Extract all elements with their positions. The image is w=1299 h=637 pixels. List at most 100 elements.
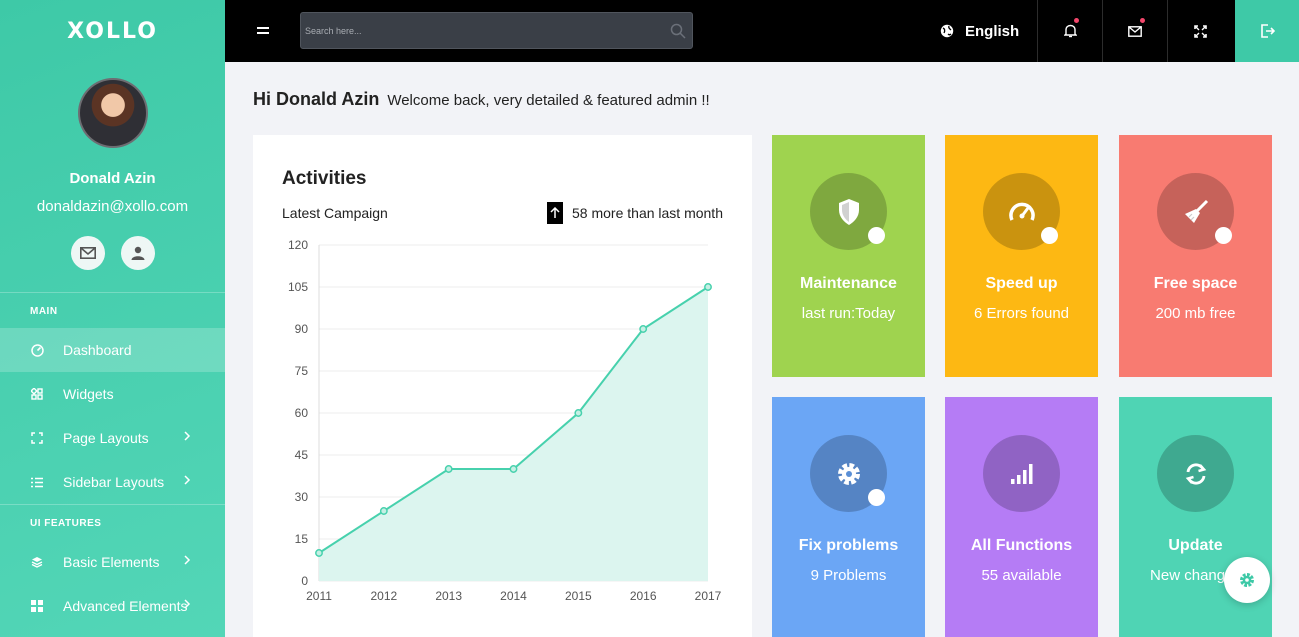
messages-button[interactable] <box>1102 0 1167 62</box>
notification-dot <box>1074 18 1079 23</box>
nav-section-ui-features: UI FEATURES <box>0 504 225 540</box>
profile-email: donaldazin@xollo.com <box>36 198 189 215</box>
x-tick-label: 2014 <box>500 589 527 603</box>
card-maintenance[interactable]: ! Maintenance last run:Today <box>772 135 925 377</box>
profile-button[interactable] <box>120 236 155 270</box>
avatar[interactable] <box>77 78 148 148</box>
card-title: All Functions <box>970 537 1073 554</box>
x-tick-label: 2016 <box>630 589 657 603</box>
series-area <box>319 287 708 581</box>
signal-bars-icon <box>983 435 1060 512</box>
nav-section-main: MAIN <box>0 292 225 328</box>
greeting: Hi Donald Azin Welcome back, very detail… <box>253 89 710 110</box>
y-tick-label: 75 <box>295 364 309 378</box>
refresh-icon <box>1157 435 1234 512</box>
data-point <box>315 549 323 557</box>
logout-button[interactable] <box>1235 0 1299 62</box>
alert-icon: ! <box>1041 227 1058 244</box>
x-tick-label: 2012 <box>370 589 397 603</box>
x-tick-label: 2011 <box>306 589 332 603</box>
mail-button[interactable] <box>70 236 105 270</box>
sidebar-item-widgets[interactable]: Widgets <box>0 372 225 416</box>
y-tick-label: 30 <box>295 490 309 504</box>
topbar: English <box>225 0 1299 62</box>
brand-logo[interactable]: XOLLO <box>0 0 225 62</box>
sidebar-item-label: Page Layouts <box>63 430 149 446</box>
notifications-button[interactable] <box>1037 0 1102 62</box>
data-point <box>704 283 712 291</box>
data-point <box>574 409 583 417</box>
data-point <box>639 325 648 333</box>
logout-icon <box>1260 24 1275 38</box>
card-title: Fix problems <box>798 537 899 554</box>
profile-panel: Donald Azin donaldazin@xollo.com <box>0 62 225 270</box>
y-tick-label: 60 <box>295 406 309 420</box>
card-subtitle: 200 mb free <box>1155 305 1236 322</box>
y-tick-label: 105 <box>288 280 308 294</box>
greeting-title: Hi Donald Azin <box>253 89 380 109</box>
x-tick-label: 2013 <box>435 589 462 603</box>
dashboard-icon <box>30 343 44 357</box>
message-dot <box>1140 18 1145 23</box>
sidebar-item-sidebar-layouts[interactable]: Sidebar Layouts <box>0 460 225 504</box>
sidebar-item-dashboard[interactable]: Dashboard <box>0 328 225 372</box>
sidebar-item-label: Widgets <box>63 386 114 402</box>
card-subtitle: 9 Problems <box>810 567 887 584</box>
envelope-icon <box>1128 25 1142 37</box>
mail-icon <box>79 247 96 259</box>
x-tick-label: 2015 <box>565 589 592 603</box>
sidebar-layouts-icon <box>30 475 44 489</box>
x-tick-label: 2017 <box>695 589 722 603</box>
y-tick-label: 45 <box>295 448 309 462</box>
profile-actions <box>0 236 225 270</box>
speedometer-icon: ! <box>983 173 1060 250</box>
sidebar-item-label: Basic Elements <box>63 554 160 570</box>
card-free-space[interactable]: ! Free space 200 mb free <box>1119 135 1272 377</box>
chevron-right-icon <box>184 475 191 485</box>
y-tick-label: 0 <box>301 574 308 588</box>
chevron-right-icon <box>184 431 191 441</box>
chevron-right-icon <box>184 555 191 565</box>
card-all-functions[interactable]: All Functions 55 available <box>945 397 1098 637</box>
card-speed-up[interactable]: ! Speed up 6 Errors found <box>945 135 1098 377</box>
profile-name: Donald Azin <box>69 170 156 187</box>
settings-button[interactable] <box>1224 557 1270 603</box>
search-icon[interactable] <box>670 23 686 39</box>
sidebar-item-basic-elements[interactable]: Basic Elements <box>0 540 225 584</box>
widgets-icon <box>30 387 44 401</box>
card-subtitle: last run:Today <box>801 305 896 322</box>
grid-icon <box>30 599 44 613</box>
card-title: Maintenance <box>800 275 897 292</box>
user-icon <box>131 246 144 260</box>
card-title: Free space <box>1153 275 1238 292</box>
data-point <box>444 465 453 473</box>
data-point <box>379 507 388 515</box>
alert-icon: ! <box>1215 227 1232 244</box>
sidebar-item-page-layouts[interactable]: Page Layouts <box>0 416 225 460</box>
card-title: Speed up <box>985 275 1058 292</box>
menu-icon[interactable] <box>256 24 270 38</box>
fullscreen-icon <box>1193 24 1207 38</box>
card-subtitle: 55 available <box>981 567 1062 584</box>
y-tick-label: 90 <box>295 322 309 336</box>
sidebar-item-label: Advanced Elements <box>63 598 188 614</box>
broom-icon: ! <box>1157 173 1234 250</box>
bell-icon <box>1063 24 1077 38</box>
sidebar-item-advanced-elements[interactable]: Advanced Elements <box>0 584 225 628</box>
activities-panel: Activities Latest Campaign 58 more than … <box>253 135 752 637</box>
card-fix-problems[interactable]: ! Fix problems 9 Problems <box>772 397 925 637</box>
language-selector[interactable]: English <box>940 0 1019 62</box>
data-point <box>509 465 518 473</box>
sidebar-item-label: Sidebar Layouts <box>63 474 165 490</box>
language-label: English <box>965 22 1020 40</box>
alert-icon: ! <box>868 489 885 506</box>
card-subtitle: 6 Errors found <box>973 305 1070 322</box>
gear-icon: ! <box>810 435 887 512</box>
fullscreen-button[interactable] <box>1167 0 1232 62</box>
search-input[interactable] <box>301 13 692 48</box>
search-box <box>300 12 693 49</box>
gear-icon <box>1240 573 1254 587</box>
page-layouts-icon <box>30 431 44 445</box>
globe-icon <box>940 24 954 38</box>
card-title: Update <box>1168 537 1223 554</box>
